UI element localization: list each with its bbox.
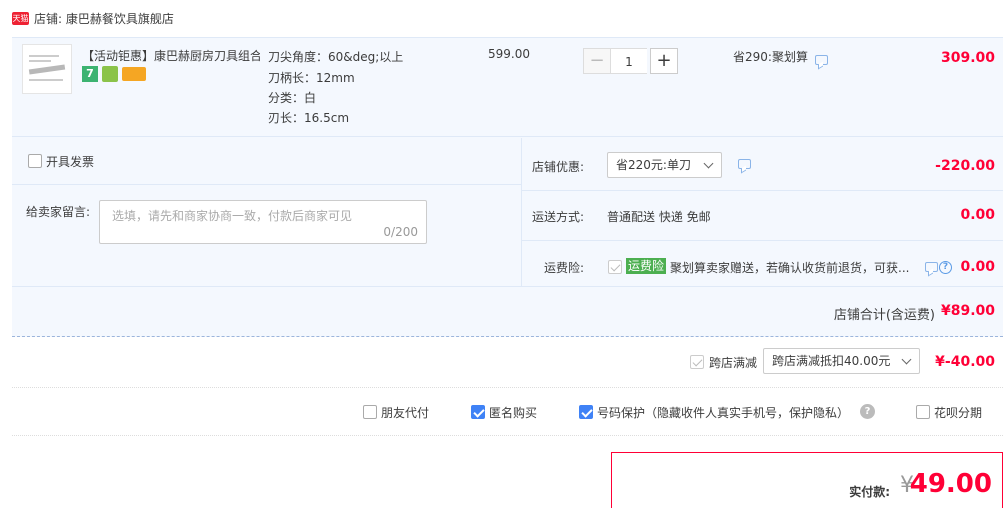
quantity-input[interactable]: 1 [611, 48, 647, 74]
huabei-label: 花呗分期 [934, 406, 983, 420]
anonymous-label: 匿名购买 [489, 406, 538, 420]
delivery-label: 运送方式: [532, 210, 585, 224]
divider [12, 435, 1003, 436]
divider [12, 387, 1003, 388]
spec-blade: 刃长：16.5cm [268, 111, 350, 125]
guarantee-icon [102, 66, 118, 82]
thumb-detail [29, 55, 59, 57]
payment-summary: 实付款: ¥ 49.00 [611, 452, 1003, 508]
tmall-icon: 天猫 [12, 12, 29, 25]
thumb-detail [29, 60, 51, 62]
chevron-down-icon [703, 158, 714, 169]
divider [12, 184, 521, 185]
divider [522, 240, 1003, 241]
cross-store-label: 跨店满减 [709, 356, 758, 370]
payment-label: 实付款: [849, 485, 890, 499]
cross-store-checkbox [690, 355, 704, 369]
message-placeholder: 选填，请先和商家协商一致，付款后商家可见 [112, 209, 353, 223]
knife-image [28, 64, 66, 75]
service-icons: 7 [82, 66, 152, 84]
invoice-checkbox[interactable] [28, 154, 42, 168]
shop-discount-amount: -220.00 [935, 158, 995, 174]
huabei-checkbox[interactable] [916, 405, 930, 419]
seller-message-input[interactable]: 选填，请先和商家协商一致，付款后商家可见 0/200 [99, 200, 427, 244]
friend-pay-label: 朋友代付 [381, 406, 430, 420]
spec-category: 分类：白 [268, 91, 317, 105]
insurance-checkbox [608, 260, 622, 274]
shop-name-link[interactable]: 店铺: 康巴赫餐饮具旗舰店 [34, 10, 174, 27]
chevron-down-icon [901, 354, 912, 365]
product-title-link[interactable]: 【活动钜惠】康巴赫厨房刀具组合 [82, 47, 260, 64]
seven-day-return-icon: 7 [82, 66, 98, 82]
thumb-detail [29, 79, 63, 81]
cross-store-select[interactable]: 跨店满减抵扣40.00元 [763, 348, 920, 374]
quantity-decrease-button[interactable]: − [583, 48, 611, 74]
message-label: 给卖家留言: [26, 205, 91, 219]
message-char-count: 0/200 [383, 225, 418, 239]
divider [522, 190, 1003, 191]
shop-header: 天猫 店铺: 康巴赫餐饮具旗舰店 [0, 0, 1003, 36]
shop-discount-value: 省220元:单刀 [616, 158, 691, 172]
chat-icon[interactable] [925, 262, 938, 272]
help-icon[interactable]: ? [860, 404, 875, 419]
quantity-increase-button[interactable]: + [650, 48, 678, 74]
delivery-amount: 0.00 [960, 207, 995, 223]
help-icon[interactable]: ? [939, 261, 952, 274]
cross-store-value: 跨店满减抵扣40.00元 [772, 354, 891, 368]
card-payment-icon [122, 67, 146, 81]
column-divider [521, 138, 522, 286]
payment-amount: 49.00 [909, 469, 992, 499]
insurance-label: 运费险: [544, 261, 585, 275]
item-subtotal: 309.00 [940, 50, 995, 66]
unit-price: 599.00 [488, 47, 530, 61]
shop-discount-select[interactable]: 省220元:单刀 [607, 152, 722, 178]
shop-discount-label: 店铺优惠: [532, 160, 585, 174]
number-protect-label: 号码保护（隐藏收件人真实手机号，保护隐私） [597, 406, 850, 420]
spec-handle: 刀柄长：12mm [268, 71, 355, 85]
anonymous-checkbox[interactable] [471, 405, 485, 419]
product-thumbnail[interactable] [22, 44, 72, 94]
chat-icon[interactable] [815, 55, 828, 65]
divider [12, 286, 1003, 287]
chat-icon[interactable] [738, 159, 751, 169]
shop-total-amount: ¥89.00 [940, 303, 995, 319]
insurance-tag: 运费险 [626, 258, 667, 274]
invoice-label: 开具发票 [46, 155, 95, 169]
promo-savings: 省290:聚划算 [733, 50, 808, 64]
number-protect-checkbox[interactable] [579, 405, 593, 419]
spec-angle: 刀尖角度：60&deg;以上 [268, 50, 404, 64]
shop-total-label: 店铺合计(含运费) [833, 308, 935, 323]
cross-store-amount: ¥-40.00 [935, 354, 995, 370]
friend-pay-checkbox[interactable] [363, 405, 377, 419]
delivery-value: 普通配送 快递 免邮 [607, 210, 711, 224]
insurance-amount: 0.00 [960, 259, 995, 275]
insurance-description: 聚划算卖家赠送，若确认收货前退货，可获... [670, 261, 910, 275]
